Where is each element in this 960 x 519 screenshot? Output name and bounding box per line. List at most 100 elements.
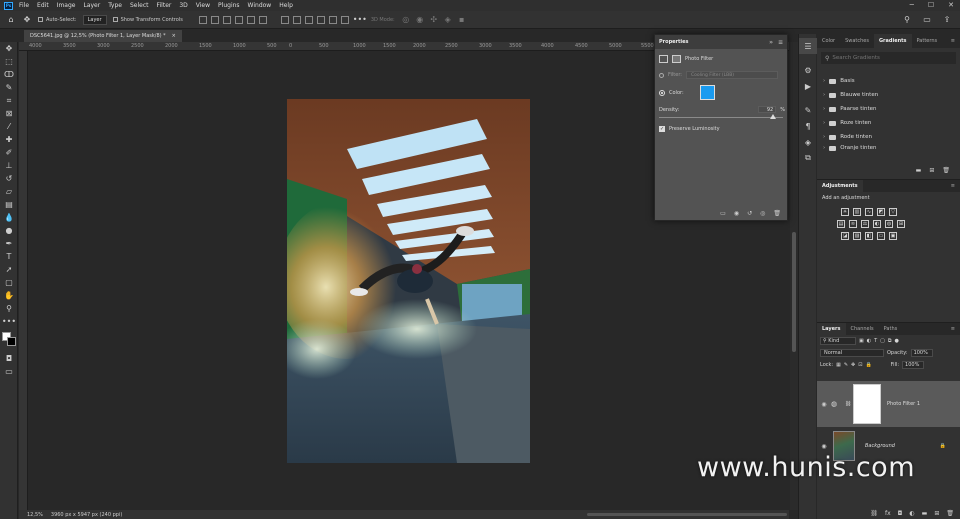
distribute-4-icon[interactable] — [316, 15, 325, 24]
adjustment-filter-icon[interactable]: ◐ — [867, 338, 871, 344]
align-bottom-icon[interactable] — [222, 15, 231, 24]
close-tab-icon[interactable]: × — [172, 33, 176, 39]
lock-move-icon[interactable]: ✥ — [851, 362, 855, 368]
channel-mixer-icon[interactable]: ⊞ — [897, 220, 905, 228]
distribute-3-icon[interactable] — [304, 15, 313, 24]
crop-tool-icon[interactable]: ⌗ — [0, 94, 18, 107]
libraries-icon[interactable]: ⧉ — [799, 150, 817, 166]
menu-help[interactable]: Help — [279, 2, 293, 9]
search-icon[interactable]: ⚲ — [902, 15, 912, 25]
3d-slide-icon[interactable]: ◈ — [443, 15, 453, 25]
add-mask-icon[interactable]: ◘ — [898, 510, 903, 517]
gradient-group-item[interactable]: › Paarse tinten — [817, 102, 960, 116]
shape-filter-icon[interactable]: ▢ — [880, 338, 885, 344]
pixel-filter-icon[interactable]: ▣ — [859, 338, 864, 344]
3d-scale-icon[interactable]: ▪ — [457, 15, 467, 25]
share-icon[interactable]: ⇪ — [942, 15, 952, 25]
healing-brush-tool-icon[interactable]: ✚ — [0, 133, 18, 146]
distribute-5-icon[interactable] — [328, 15, 337, 24]
eye-icon[interactable]: ◉ — [817, 443, 831, 450]
menu-select[interactable]: Select — [130, 2, 149, 9]
density-slider[interactable] — [659, 114, 783, 119]
align-right-icon[interactable] — [258, 15, 267, 24]
vibrance-icon[interactable]: ▤ — [837, 220, 845, 228]
horizontal-scrollbar[interactable] — [587, 513, 787, 516]
history-brush-tool-icon[interactable]: ↺ — [0, 172, 18, 185]
tab-swatches[interactable]: Swatches — [840, 34, 874, 48]
home-icon[interactable]: ⌂ — [6, 15, 16, 25]
scroll-thumb[interactable] — [792, 232, 796, 352]
gradients-search-input[interactable] — [832, 55, 943, 61]
color-balance-icon[interactable]: ⚖ — [861, 220, 869, 228]
eye-icon[interactable]: ◉ — [817, 401, 831, 408]
frame-tool-icon[interactable]: ⊠ — [0, 107, 18, 120]
actions-icon[interactable]: ▶ — [799, 78, 817, 94]
3d-icon[interactable]: ◈ — [799, 134, 817, 150]
smart-filter-icon[interactable]: ⧉ — [888, 338, 892, 344]
invert-icon[interactable]: ◪ — [841, 232, 849, 240]
align-left-icon[interactable] — [234, 15, 243, 24]
eyedropper-tool-icon[interactable]: ⁄ — [0, 120, 18, 133]
close-button[interactable]: ✕ — [948, 1, 954, 9]
filter-kind-dropdown[interactable]: ⚲ Kind — [820, 337, 856, 345]
maximize-button[interactable]: ☐ — [928, 1, 934, 9]
properties-panel-icon[interactable]: ☰ — [799, 38, 817, 54]
quick-mask-icon[interactable]: ◘ — [0, 352, 18, 365]
lock-all-icon[interactable]: 🔒 — [865, 362, 871, 368]
brush-settings-icon[interactable]: ⚙ — [799, 62, 817, 78]
eraser-tool-icon[interactable]: ▱ — [0, 185, 18, 198]
panel-collapse-icon[interactable]: » — [769, 39, 773, 46]
layer-name[interactable]: Background — [865, 443, 895, 449]
distribute-1-icon[interactable] — [280, 15, 289, 24]
lock-pixels-icon[interactable]: ▦ — [836, 362, 841, 368]
link-layers-icon[interactable]: ⛓ — [870, 510, 878, 517]
mask-icon[interactable] — [672, 55, 681, 63]
menu-plugins[interactable]: Plugins — [218, 2, 240, 9]
gradient-map-icon[interactable]: ▭ — [877, 232, 885, 240]
trash-icon[interactable]: 🗑 — [773, 210, 781, 217]
zoom-level[interactable]: 12,5% — [27, 512, 43, 518]
view-previous-icon[interactable]: ◉ — [734, 210, 739, 217]
vertical-scrollbar[interactable] — [790, 42, 798, 510]
new-gradient-icon[interactable]: ⊞ — [929, 167, 934, 174]
selective-color-icon[interactable]: ▣ — [889, 232, 897, 240]
preserve-luminosity-checkbox[interactable]: ✓ — [659, 126, 665, 132]
move-tool-icon[interactable]: ✥ — [22, 15, 32, 25]
panel-menu-icon[interactable]: ≡ — [946, 322, 960, 336]
layer-row-photo-filter[interactable]: ◉ ◍ ⛓ Photo Filter 1 — [817, 381, 960, 427]
workspace-icon[interactable]: ▭ — [922, 15, 932, 25]
layer-name[interactable]: Photo Filter 1 — [887, 401, 920, 407]
show-transform-checkbox[interactable]: Show Transform Controls — [112, 16, 183, 23]
marquee-tool-icon[interactable]: ⬚ — [0, 55, 18, 68]
trash-icon[interactable]: 🗑 — [946, 510, 954, 517]
black-white-icon[interactable]: ◐ — [873, 220, 881, 228]
new-group-icon[interactable]: ▬ — [916, 167, 922, 174]
background-color-swatch[interactable] — [7, 337, 16, 346]
levels-icon[interactable]: ▥ — [853, 208, 861, 216]
gradient-adjust-icon[interactable]: ▽ — [889, 208, 897, 216]
color-radio[interactable] — [659, 89, 665, 96]
tab-gradients[interactable]: Gradients — [873, 34, 912, 48]
auto-select-checkbox[interactable]: Auto-Select: — [38, 16, 77, 23]
document-image[interactable] — [287, 99, 530, 463]
layer-select-dropdown[interactable]: Layer — [82, 14, 107, 25]
quick-select-tool-icon[interactable]: ✎ — [0, 81, 18, 94]
trash-icon[interactable]: 🗑 — [942, 167, 950, 174]
align-top-icon[interactable] — [198, 15, 207, 24]
density-value[interactable]: 92 — [758, 106, 777, 113]
tab-layers[interactable]: Layers — [817, 323, 846, 335]
posterize-icon[interactable]: ▨ — [853, 232, 861, 240]
menu-file[interactable]: File — [19, 2, 29, 9]
link-icon[interactable]: ⛓ — [843, 401, 853, 407]
menu-image[interactable]: Image — [57, 2, 76, 9]
properties-tab[interactable]: Properties — [659, 39, 688, 45]
threshold-icon[interactable]: ◧ — [865, 232, 873, 240]
photo-filter-adj-icon[interactable]: ◍ — [885, 220, 893, 228]
screen-mode-icon[interactable]: ▭ — [0, 365, 18, 378]
fill-input[interactable]: 100% — [902, 361, 925, 369]
menu-window[interactable]: Window — [248, 2, 272, 9]
blur-tool-icon[interactable]: 💧 — [0, 211, 18, 224]
lock-paint-icon[interactable]: ✎ — [844, 362, 848, 368]
panel-menu-icon[interactable]: ≡ — [946, 34, 960, 48]
curves-icon[interactable]: ∿ — [865, 208, 873, 216]
